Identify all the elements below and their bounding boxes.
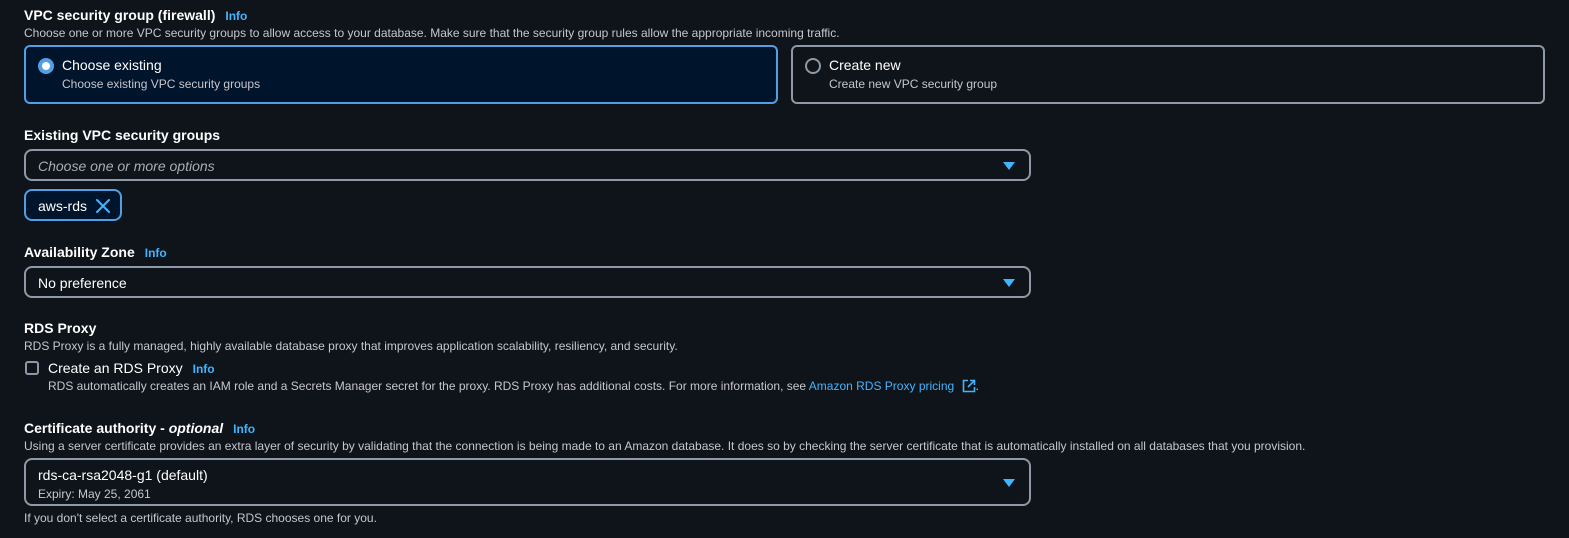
certificate-hint: If you don't select a certificate author… bbox=[24, 511, 377, 525]
caret-down-icon bbox=[1003, 279, 1015, 287]
rds-proxy-period: . bbox=[975, 379, 979, 393]
create-rds-proxy-heading: Create an RDS Proxy Info bbox=[48, 360, 215, 376]
vpc-security-group-description: Choose one or more VPC security groups t… bbox=[24, 26, 840, 40]
choose-existing-title: Choose existing bbox=[62, 57, 162, 73]
certificate-optional-label: optional bbox=[168, 420, 224, 436]
token-label: aws-rds bbox=[38, 198, 88, 214]
certificate-authority-heading: Certificate authority - optional Info bbox=[24, 420, 255, 436]
rds-proxy-info-link[interactable]: Info bbox=[193, 362, 215, 376]
existing-groups-label: Existing VPC security groups bbox=[24, 127, 221, 143]
certificate-info-link[interactable]: Info bbox=[233, 422, 255, 436]
caret-down-icon bbox=[1003, 162, 1015, 170]
availability-zone-label: Availability Zone bbox=[24, 244, 135, 260]
vpc-security-group-heading: VPC security group (firewall) Info bbox=[24, 7, 247, 23]
create-rds-proxy-label[interactable]: Create an RDS Proxy bbox=[48, 360, 183, 376]
caret-down-icon bbox=[1003, 479, 1015, 487]
token-aws-rds: aws-rds bbox=[24, 189, 122, 221]
certificate-value: rds-ca-rsa2048-g1 (default) bbox=[38, 467, 208, 483]
create-new-card[interactable]: Create new Create new VPC security group bbox=[791, 45, 1545, 104]
vpc-security-group-label: VPC security group (firewall) bbox=[24, 7, 216, 23]
choose-existing-description: Choose existing VPC security groups bbox=[62, 77, 261, 91]
certificate-authority-select[interactable]: rds-ca-rsa2048-g1 (default) Expiry: May … bbox=[24, 458, 1031, 506]
create-new-radio[interactable] bbox=[805, 58, 821, 74]
rds-proxy-label: RDS Proxy bbox=[24, 320, 97, 336]
certificate-expiry: Expiry: May 25, 2061 bbox=[38, 487, 151, 501]
availability-zone-info-link[interactable]: Info bbox=[145, 246, 167, 260]
existing-groups-multiselect[interactable]: Choose one or more options bbox=[24, 149, 1031, 181]
vpc-info-link[interactable]: Info bbox=[225, 9, 247, 23]
create-new-description: Create new VPC security group bbox=[829, 77, 998, 91]
certificate-description: Using a server certificate provides an e… bbox=[24, 439, 1306, 453]
availability-zone-heading: Availability Zone Info bbox=[24, 244, 167, 260]
rds-proxy-description: RDS Proxy is a fully managed, highly ava… bbox=[24, 339, 678, 353]
choose-existing-card[interactable]: Choose existing Choose existing VPC secu… bbox=[24, 45, 778, 104]
rds-proxy-pricing-link[interactable]: Amazon RDS Proxy pricing bbox=[809, 379, 954, 393]
certificate-authority-label: Certificate authority - bbox=[24, 420, 169, 436]
create-new-title: Create new bbox=[829, 57, 901, 73]
existing-groups-placeholder: Choose one or more options bbox=[38, 158, 215, 174]
close-icon[interactable] bbox=[96, 199, 110, 213]
create-rds-proxy-checkbox[interactable] bbox=[25, 361, 39, 375]
external-link-icon[interactable] bbox=[962, 379, 976, 393]
rds-proxy-cost-text: RDS automatically creates an IAM role an… bbox=[48, 379, 809, 393]
availability-zone-select[interactable]: No preference bbox=[24, 266, 1031, 298]
create-rds-proxy-description: RDS automatically creates an IAM role an… bbox=[48, 379, 979, 393]
availability-zone-value: No preference bbox=[38, 275, 127, 291]
choose-existing-radio[interactable] bbox=[38, 58, 54, 74]
